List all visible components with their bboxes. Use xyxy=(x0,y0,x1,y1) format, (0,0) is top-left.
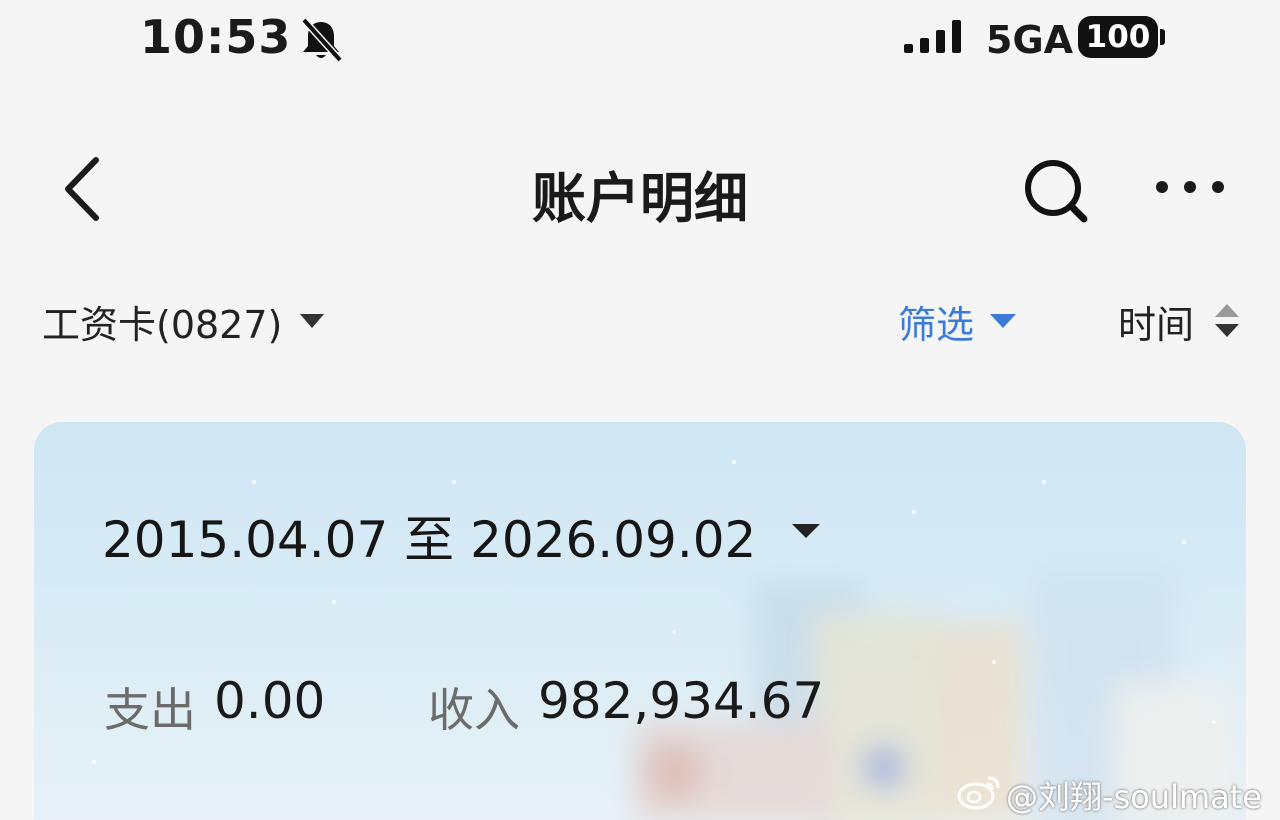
watermark-text: @刘翔-soulmate xyxy=(1006,778,1262,816)
expense-value: 0.00 xyxy=(214,672,326,730)
battery-cap xyxy=(1160,29,1165,45)
search-icon[interactable] xyxy=(1020,156,1094,226)
network-type: 5GA xyxy=(986,18,1074,62)
battery-level: 100 xyxy=(1078,16,1158,58)
weibo-logo-icon xyxy=(957,776,1000,810)
bell-muted-icon xyxy=(301,17,343,62)
status-time: 10:53 xyxy=(140,10,292,64)
more-icon[interactable] xyxy=(1152,172,1232,202)
summary-card: 2015.04.07 至 2026.09.02 支出 0.00 收入 982,9… xyxy=(34,422,1246,820)
income-value: 982,934.67 xyxy=(538,672,825,730)
winter-background-illustration xyxy=(92,460,1234,820)
filter-button[interactable]: 筛选 xyxy=(898,294,974,349)
sort-by-time-button[interactable]: 时间 xyxy=(1118,294,1194,349)
account-selector[interactable]: 工资卡(0827) xyxy=(42,294,282,349)
date-range-selector[interactable]: 2015.04.07 至 2026.09.02 xyxy=(102,500,756,572)
signal-icon xyxy=(904,20,961,53)
date-caret-icon[interactable] xyxy=(790,522,822,540)
status-bar: 10:53 5GA 100 xyxy=(0,0,1280,80)
expense-label: 支出 xyxy=(104,683,196,737)
caret-down-icon[interactable] xyxy=(298,312,326,330)
income-label: 收入 xyxy=(428,683,520,737)
filter-caret-icon[interactable] xyxy=(988,312,1018,330)
sort-icon[interactable] xyxy=(1212,300,1242,342)
battery-icon: 100 xyxy=(1078,16,1168,60)
